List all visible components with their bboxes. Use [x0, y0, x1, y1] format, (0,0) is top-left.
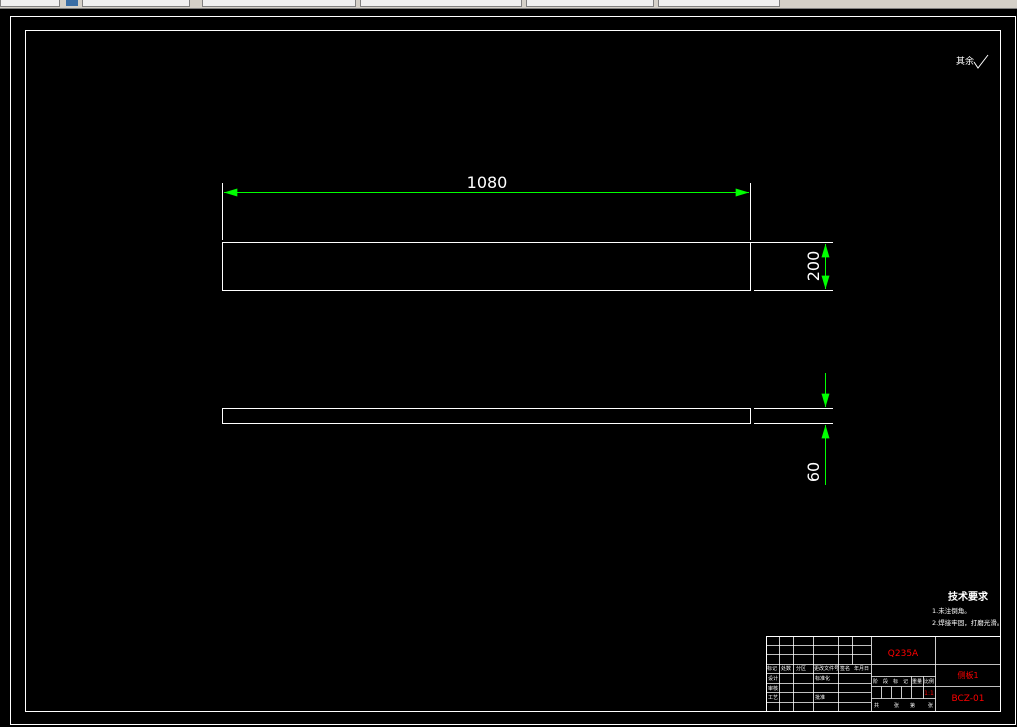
svg-text:重量: 重量 — [912, 678, 922, 685]
plate-top-view[interactable] — [222, 242, 751, 291]
thickness-dimension-text: 60 — [804, 462, 823, 482]
cad-window: 其余 1080 200 60 技术要求 1.未注倒角。 2.焊接牢固，打磨光滑。… — [0, 0, 1017, 727]
svg-text:第: 第 — [910, 702, 915, 709]
tech-req-title: 技术要求 — [948, 590, 989, 603]
svg-text:记: 记 — [903, 678, 908, 685]
svg-text:标准化: 标准化 — [815, 675, 830, 682]
surface-finish-mark: 其余 — [956, 54, 989, 69]
svg-text:分区: 分区 — [796, 665, 806, 672]
svg-text:标: 标 — [893, 678, 898, 685]
length-dimension[interactable]: 1080 — [222, 173, 751, 240]
svg-text:处数: 处数 — [781, 665, 791, 672]
document-tab[interactable] — [82, 0, 190, 7]
material-text: Q235A — [888, 649, 919, 659]
width-dimension-text: 200 — [804, 251, 823, 282]
thickness-dimension[interactable]: 60 — [754, 373, 833, 485]
revision-headers: 标记 处数 分区 更改文件号 签名 年月日 — [767, 665, 869, 672]
document-icon — [66, 0, 78, 6]
stage-headers: 阶 段 标 记 重量 比例 — [873, 678, 934, 685]
surface-finish-label: 其余 — [956, 55, 974, 67]
tech-req-item: 1.未注倒角。 — [932, 606, 971, 615]
svg-text:设计: 设计 — [768, 675, 778, 682]
drawing-canvas[interactable]: 其余 1080 200 60 技术要求 1.未注倒角。 2.焊接牢固，打磨光滑。… — [0, 8, 1017, 727]
sheet-labels: 共 张 第 张 — [874, 702, 933, 709]
drawing-frame — [25, 30, 1001, 712]
paper-border — [10, 16, 1016, 725]
drawing-number-text: BCZ-01 — [951, 694, 984, 704]
svg-text:年月日: 年月日 — [854, 665, 869, 672]
svg-text:共: 共 — [874, 702, 879, 709]
tech-req-item: 2.焊接牢固，打磨光滑。 — [932, 618, 1003, 627]
svg-text:比例: 比例 — [924, 678, 934, 685]
document-tab[interactable] — [0, 0, 60, 7]
part-name-text: 侧板1 — [957, 670, 978, 680]
svg-text:张: 张 — [928, 702, 933, 709]
document-tab[interactable] — [202, 0, 356, 7]
svg-text:签名: 签名 — [840, 665, 850, 672]
document-tab[interactable] — [658, 0, 780, 7]
svg-text:批准: 批准 — [815, 694, 825, 701]
length-dimension-text: 1080 — [467, 173, 508, 192]
document-tab[interactable] — [526, 0, 654, 7]
svg-text:审核: 审核 — [768, 685, 778, 692]
svg-text:更改文件号: 更改文件号 — [814, 665, 839, 672]
title-block[interactable]: 标记 处数 分区 更改文件号 签名 年月日 设计 审核 工艺 标准化 批准 Q2… — [766, 636, 1001, 712]
roughness-symbol — [973, 54, 989, 69]
technical-requirements: 技术要求 1.未注倒角。 2.焊接牢固，打磨光滑。 — [932, 590, 1003, 627]
svg-text:张: 张 — [894, 702, 899, 709]
svg-text:工艺: 工艺 — [768, 695, 778, 701]
role-labels: 设计 审核 工艺 标准化 批准 — [768, 675, 830, 701]
width-dimension[interactable]: 200 — [730, 242, 833, 291]
svg-text:阶: 阶 — [873, 678, 878, 685]
svg-text:标记: 标记 — [767, 665, 777, 672]
document-tab[interactable] — [360, 0, 522, 7]
svg-text:段: 段 — [883, 678, 888, 685]
plate-side-view[interactable] — [222, 408, 751, 424]
scale-text: 1:1 — [924, 690, 934, 697]
